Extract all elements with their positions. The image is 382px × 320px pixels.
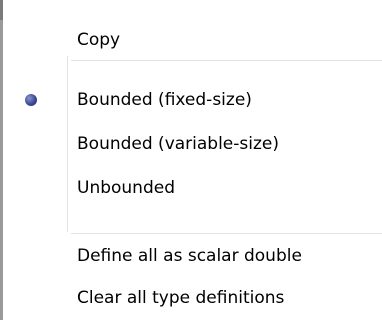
menu-item-bounded-variable[interactable]: Bounded (variable-size) [3,124,382,164]
menu-item-copy-label: Copy [77,30,121,50]
menu-item-clear-types-label: Clear all type definitions [77,288,285,308]
radio-selected-icon [25,94,37,106]
context-menu: Copy Bounded (fixed-size) Bounded (varia… [3,0,382,320]
menu-separator-bottom [71,233,382,234]
menu-item-bounded-fixed[interactable]: Bounded (fixed-size) [3,80,382,120]
menu-item-clear-types[interactable]: Clear all type definitions [3,278,382,318]
menu-item-define-scalar-label: Define all as scalar double [77,246,302,266]
menu-item-copy[interactable]: Copy [3,20,382,60]
menu-item-bounded-fixed-label: Bounded (fixed-size) [77,90,252,110]
menu-item-unbounded[interactable]: Unbounded [3,168,382,208]
menu-item-define-scalar[interactable]: Define all as scalar double [3,236,382,276]
menu-item-unbounded-label: Unbounded [77,178,175,198]
menu-separator-top [71,60,382,61]
menu-item-bounded-variable-label: Bounded (variable-size) [77,134,279,154]
